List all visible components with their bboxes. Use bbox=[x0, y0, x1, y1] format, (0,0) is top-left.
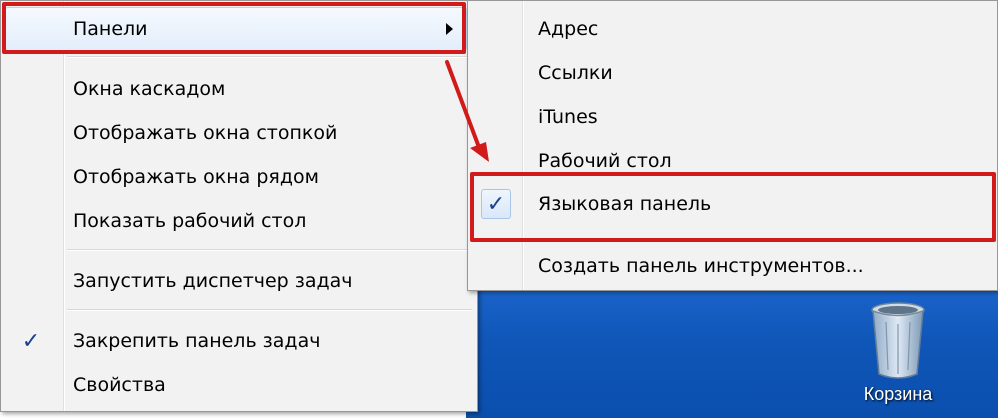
annotation-arrow-icon bbox=[445, 60, 489, 162]
